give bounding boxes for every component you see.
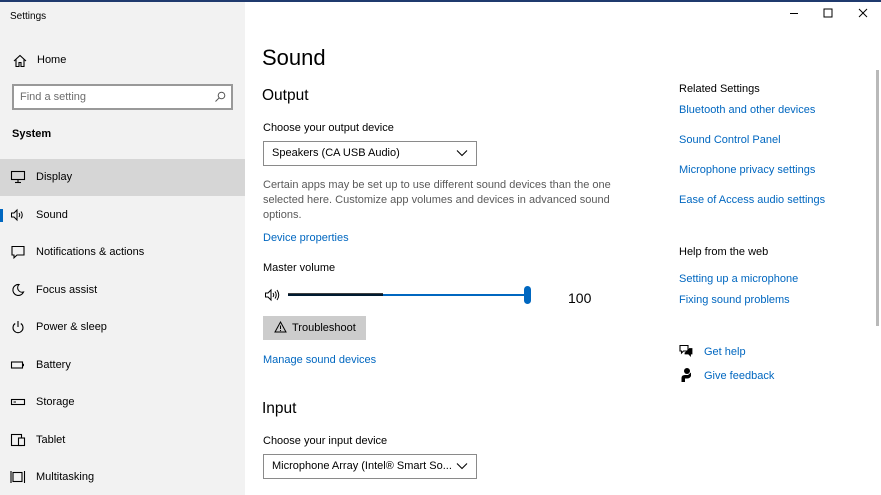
chevron-down-icon (456, 150, 468, 157)
output-device-value: Speakers (CA USB Audio) (272, 147, 400, 159)
sidebar-item-power-sleep[interactable]: Power & sleep (0, 309, 245, 346)
input-device-select[interactable]: Microphone Array (Intel® Smart So... (263, 454, 477, 479)
sound-control-panel-link[interactable]: Sound Control Panel (679, 134, 781, 146)
chevron-down-icon (456, 463, 468, 470)
troubleshoot-label: Troubleshoot (292, 322, 356, 334)
volume-slider-thumb[interactable] (524, 286, 531, 304)
minimize-icon[interactable] (787, 6, 801, 20)
output-heading: Output (262, 87, 309, 104)
get-help-icon[interactable] (678, 343, 694, 359)
sidebar-item-multitasking[interactable]: Multitasking (0, 459, 245, 495)
fix-sound-problems-link[interactable]: Fixing sound problems (679, 294, 790, 306)
maximize-icon[interactable] (821, 6, 835, 20)
manage-sound-devices-link[interactable]: Manage sound devices (263, 354, 376, 366)
sidebar: Settings Home System Display (0, 2, 245, 495)
app-title: Settings (10, 11, 47, 22)
settings-window: Settings Home System Display (0, 0, 881, 495)
battery-icon (10, 361, 24, 369)
give-feedback-link[interactable]: Give feedback (704, 370, 774, 382)
speaker-icon[interactable] (264, 288, 284, 302)
troubleshoot-button[interactable]: Troubleshoot (263, 316, 366, 340)
speaker-icon (11, 208, 23, 222)
storage-icon (10, 398, 26, 406)
master-volume-label: Master volume (263, 262, 336, 274)
sidebar-item-display[interactable]: Display (0, 159, 245, 196)
output-device-select[interactable]: Speakers (CA USB Audio) (263, 141, 477, 166)
sidebar-item-sound[interactable]: Sound (0, 197, 245, 234)
ease-of-access-audio-link[interactable]: Ease of Access audio settings (679, 194, 825, 206)
monitor-icon (10, 170, 26, 184)
power-icon (12, 321, 24, 334)
sidebar-item-notifications[interactable]: Notifications & actions (0, 234, 245, 271)
related-settings-title: Related Settings (679, 83, 760, 95)
help-from-web-title: Help from the web (679, 246, 769, 258)
warning-icon (274, 321, 287, 333)
input-device-label: Choose your input device (263, 435, 388, 447)
selection-accent-bar (0, 209, 3, 222)
sidebar-item-label: Display (36, 171, 73, 183)
sidebar-item-label: Storage (36, 396, 75, 408)
sidebar-item-label: Multitasking (36, 471, 95, 483)
bluetooth-devices-link[interactable]: Bluetooth and other devices (679, 104, 815, 116)
volume-value: 100 (568, 290, 592, 306)
multitasking-icon (10, 471, 26, 483)
setup-microphone-link[interactable]: Setting up a microphone (679, 273, 798, 285)
sidebar-home[interactable]: Home (0, 50, 245, 72)
section-label-system: System (12, 128, 52, 140)
search-box[interactable] (12, 84, 233, 110)
close-icon[interactable] (856, 6, 870, 20)
output-description: Certain apps may be set up to use differ… (263, 179, 611, 221)
get-help-link[interactable]: Get help (704, 346, 746, 358)
sidebar-item-battery[interactable]: Battery (0, 347, 245, 384)
page-title: Sound (262, 45, 326, 70)
home-label: Home (37, 54, 67, 66)
tablet-icon (10, 433, 26, 447)
notification-icon (11, 245, 25, 259)
microphone-privacy-link[interactable]: Microphone privacy settings (679, 164, 815, 176)
sidebar-item-label: Focus assist (36, 284, 98, 296)
master-volume-slider-row: 100 (263, 283, 603, 307)
sidebar-item-tablet[interactable]: Tablet (0, 422, 245, 459)
device-properties-link[interactable]: Device properties (263, 232, 349, 244)
sidebar-item-label: Notifications & actions (36, 246, 145, 258)
scrollbar[interactable] (876, 70, 879, 326)
home-icon (13, 54, 27, 68)
sidebar-item-label: Battery (36, 359, 71, 371)
search-icon[interactable] (214, 91, 226, 103)
search-input[interactable] (20, 89, 205, 105)
sidebar-item-storage[interactable]: Storage (0, 384, 245, 421)
input-device-value: Microphone Array (Intel® Smart So... (272, 460, 452, 472)
input-heading: Input (262, 400, 297, 417)
sidebar-item-label: Tablet (36, 434, 66, 446)
moon-icon (12, 283, 25, 296)
sidebar-item-label: Power & sleep (36, 321, 107, 333)
sidebar-item-label: Sound (36, 209, 68, 221)
volume-slider-segment (288, 293, 383, 296)
output-device-label: Choose your output device (263, 122, 394, 134)
sidebar-item-focus-assist[interactable]: Focus assist (0, 272, 245, 309)
give-feedback-icon[interactable] (678, 367, 694, 383)
volume-slider-track[interactable] (288, 293, 528, 296)
